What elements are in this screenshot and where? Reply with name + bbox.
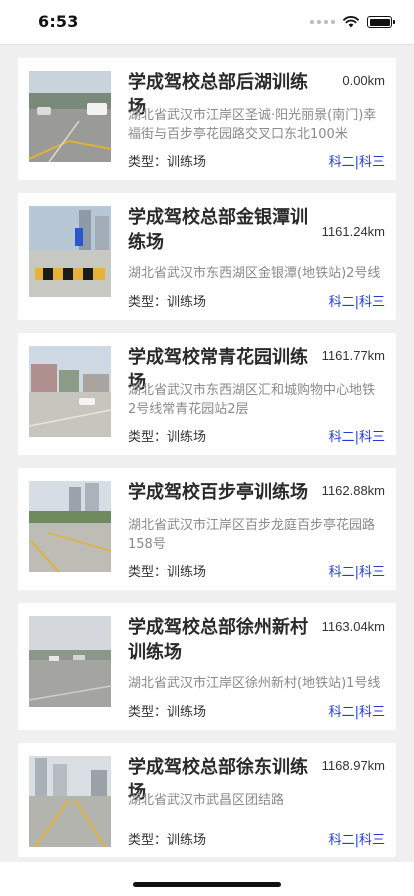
status-bar: 6:53 <box>0 0 414 44</box>
training-ground-photo <box>29 616 111 707</box>
list-item[interactable]: 学成驾校总部后湖训练场 0.00km 湖北省武汉市江岸区圣诚·阳光丽景(南门)幸… <box>18 58 396 180</box>
site-list[interactable]: 学成驾校总部后湖训练场 0.00km 湖北省武汉市江岸区圣诚·阳光丽景(南门)幸… <box>0 44 414 862</box>
site-type: 类型：训练场 <box>128 295 207 310</box>
training-ground-photo <box>29 756 111 847</box>
subject-two-link[interactable]: 科二 <box>329 705 355 720</box>
site-subjects[interactable]: 科二|科三 <box>329 151 385 170</box>
subject-three-link[interactable]: 科三 <box>359 430 385 445</box>
list-item[interactable]: 学成驾校总部徐东训练场 1168.97km 湖北省武汉市武昌区团结路 类型：训练… <box>18 743 396 857</box>
site-address: 湖北省武汉市江岸区圣诚·阳光丽景(南门)幸福街与百步亭花园路交叉口东北100米 <box>128 108 377 142</box>
site-subjects[interactable]: 科二|科三 <box>329 701 385 720</box>
site-type: 类型：训练场 <box>128 430 207 445</box>
site-address: 湖北省武汉市江岸区百步龙庭百步亭花园路158号 <box>128 518 376 552</box>
site-distance: 1161.77km <box>321 348 385 363</box>
site-address: 湖北省武汉市武昌区团结路 <box>128 793 285 808</box>
list-item[interactable]: 学成驾校总部金银潭训练场 1161.24km 湖北省武汉市东西湖区金银潭(地铁站… <box>18 193 396 320</box>
training-ground-photo <box>29 206 111 297</box>
site-distance: 1168.97km <box>321 758 385 773</box>
site-subjects[interactable]: 科二|科三 <box>329 829 385 848</box>
training-ground-photo <box>29 346 111 437</box>
subject-two-link[interactable]: 科二 <box>329 155 355 170</box>
site-distance: 1161.24km <box>321 224 385 239</box>
subject-two-link[interactable]: 科二 <box>329 565 355 580</box>
training-ground-photo <box>29 71 111 162</box>
site-type: 类型：训练场 <box>128 833 207 848</box>
battery-icon <box>367 16 395 28</box>
site-subjects[interactable]: 科二|科三 <box>329 291 385 310</box>
site-type: 类型：训练场 <box>128 705 207 720</box>
subject-two-link[interactable]: 科二 <box>329 833 355 848</box>
list-item[interactable]: 学成驾校百步亭训练场 1162.88km 湖北省武汉市江岸区百步龙庭百步亭花园路… <box>18 468 396 590</box>
subject-two-link[interactable]: 科二 <box>329 295 355 310</box>
list-item[interactable]: 学成驾校常青花园训练场 1161.77km 湖北省武汉市东西湖区汇和城购物中心地… <box>18 333 396 455</box>
site-distance: 1163.04km <box>321 619 385 634</box>
site-name: 学成驾校总部金银潭训练场 <box>128 207 308 253</box>
signal-dots-icon <box>310 20 335 24</box>
site-type: 类型：训练场 <box>128 565 207 580</box>
subject-three-link[interactable]: 科三 <box>359 833 385 848</box>
home-indicator[interactable] <box>133 882 281 887</box>
subject-three-link[interactable]: 科三 <box>359 705 385 720</box>
status-time: 6:53 <box>38 12 79 31</box>
site-type: 类型：训练场 <box>128 155 207 170</box>
wifi-icon <box>343 16 359 28</box>
subject-two-link[interactable]: 科二 <box>329 430 355 445</box>
site-distance: 1162.88km <box>321 483 385 498</box>
subject-three-link[interactable]: 科三 <box>359 155 385 170</box>
site-subjects[interactable]: 科二|科三 <box>329 426 385 445</box>
site-distance: 0.00km <box>342 73 385 88</box>
list-item[interactable]: 学成驾校总部徐州新村训练场 1163.04km 湖北省武汉市江岸区徐州新村(地铁… <box>18 603 396 730</box>
subject-three-link[interactable]: 科三 <box>359 295 385 310</box>
subject-three-link[interactable]: 科三 <box>359 565 385 580</box>
training-ground-photo <box>29 481 111 572</box>
site-address: 湖北省武汉市江岸区徐州新村(地铁站)1号线 <box>128 676 381 691</box>
site-subjects[interactable]: 科二|科三 <box>329 561 385 580</box>
site-name: 学成驾校百步亭训练场 <box>128 482 308 503</box>
site-name: 学成驾校总部徐州新村训练场 <box>128 617 308 663</box>
status-icons <box>310 15 395 29</box>
site-address: 湖北省武汉市东西湖区汇和城购物中心地铁2号线常青花园站2层 <box>128 383 376 417</box>
site-address: 湖北省武汉市东西湖区金银潭(地铁站)2号线 <box>128 266 381 281</box>
